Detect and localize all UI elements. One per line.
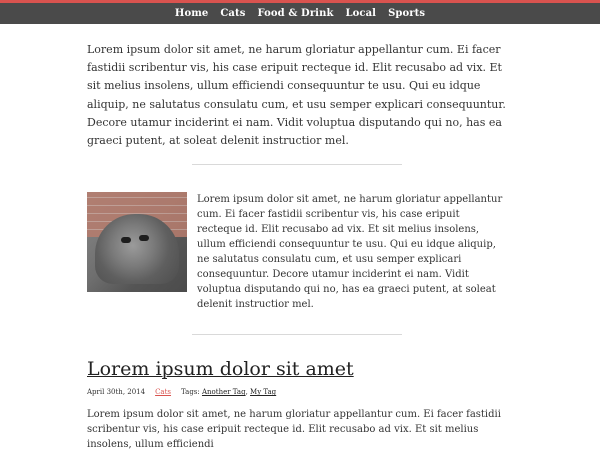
section-divider	[192, 164, 402, 166]
section-divider-2	[192, 334, 402, 336]
post-body-paragraph: Lorem ipsum dolor sit amet, ne harum glo…	[87, 409, 501, 451]
post-title-link[interactable]: Lorem ipsum dolor sit amet	[87, 357, 507, 381]
tags-label: Tags:	[181, 388, 200, 397]
main-nav: Home Cats Food & Drink Local Sports	[0, 3, 600, 24]
post-meta: April 30th, 2014 Cats Tags: Another Tag,…	[87, 387, 507, 397]
cat-eye-left	[121, 237, 131, 244]
main-content: Lorem ipsum dolor sit amet, ne harum glo…	[87, 41, 507, 462]
tag-link-another-tag[interactable]: Another Tag	[202, 388, 246, 396]
media-paragraph: Lorem ipsum dolor sit amet, ne harum glo…	[197, 194, 503, 311]
nav-cats-link[interactable]: Cats	[220, 8, 245, 19]
cat-thumbnail-image[interactable]	[87, 192, 187, 293]
nav-food-drink-link[interactable]: Food & Drink	[257, 8, 333, 19]
nav-local-link[interactable]: Local	[345, 8, 376, 19]
tag-link-my-tag[interactable]: My Tag	[250, 388, 276, 396]
cat-eye-right	[139, 235, 149, 242]
post-tags: Tags: Another Tag, My Tag	[181, 387, 276, 397]
nav-home-link[interactable]: Home	[175, 8, 208, 19]
intro-paragraph: Lorem ipsum dolor sit amet, ne harum glo…	[87, 43, 506, 148]
media-block: Lorem ipsum dolor sit amet, ne harum glo…	[87, 192, 507, 312]
post-date: April 30th, 2014	[87, 388, 146, 397]
cat-figure	[95, 214, 179, 285]
top-navigation-bar: Home Cats Food & Drink Local Sports	[0, 0, 600, 24]
post-category-link[interactable]: Cats	[155, 387, 171, 397]
nav-sports-link[interactable]: Sports	[388, 8, 425, 19]
